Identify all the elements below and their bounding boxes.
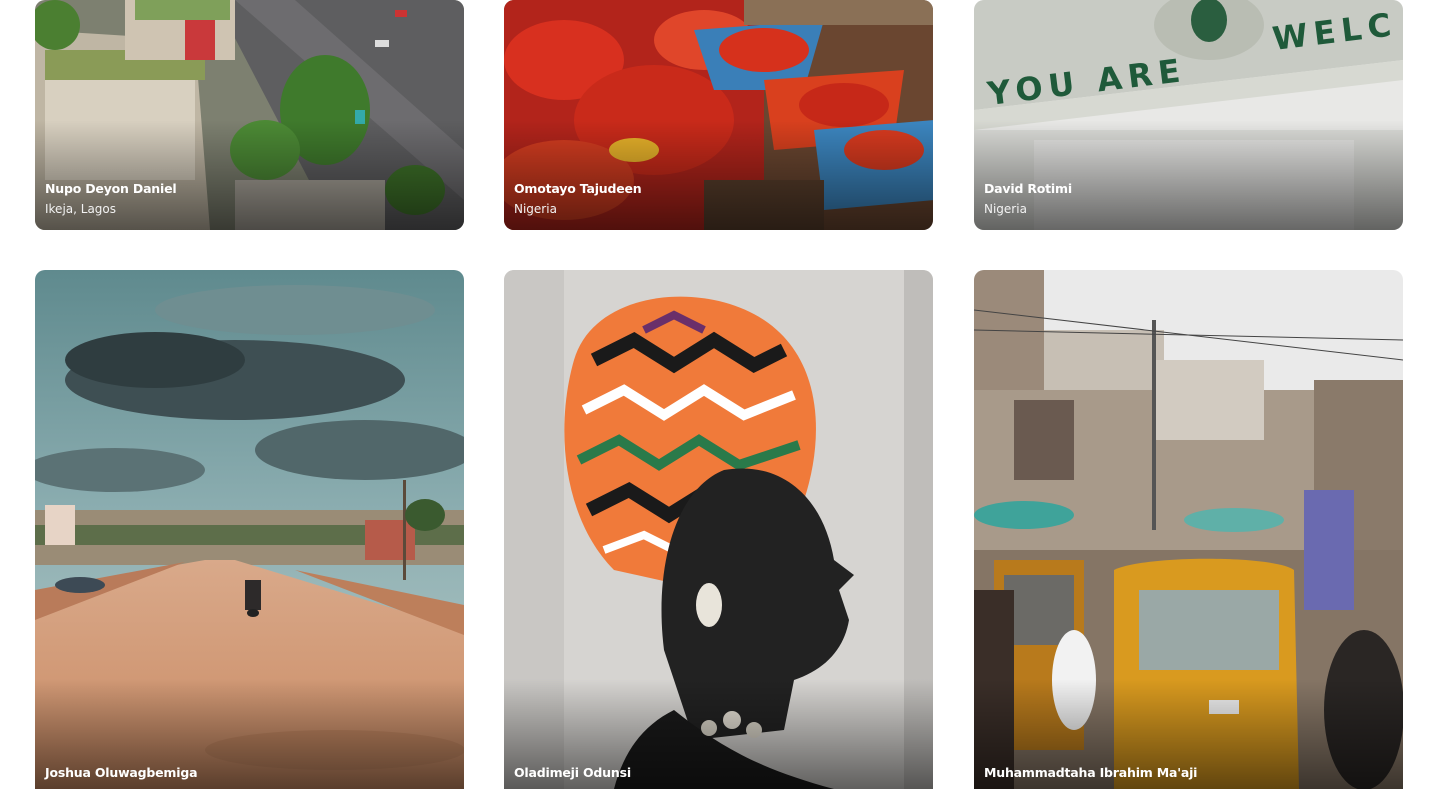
photographer-name[interactable]: Oladimeji Odunsi xyxy=(514,764,631,782)
photographer-name[interactable]: Nupo Deyon Daniel xyxy=(45,180,177,198)
photographer-name[interactable]: Omotayo Tajudeen xyxy=(514,180,642,198)
photo-caption: Omotayo Tajudeen Nigeria xyxy=(514,180,642,218)
photo-location: Nigeria xyxy=(984,202,1027,216)
photo-card[interactable]: Nupo Deyon Daniel Ikeja, Lagos xyxy=(35,0,464,230)
photo-caption: Oladimeji Odunsi xyxy=(514,764,631,784)
photographer-name[interactable]: Joshua Oluwagbemiga xyxy=(45,764,198,782)
photo-card[interactable]: Omotayo Tajudeen Nigeria xyxy=(504,0,933,230)
photo-gallery-grid: Nupo Deyon Daniel Ikeja, Lagos Omotayo T… xyxy=(0,0,1439,789)
photo-card[interactable]: Oladimeji Odunsi xyxy=(504,270,933,789)
photo-location: Nigeria xyxy=(514,202,557,216)
photographer-name[interactable]: Muhammadtaha Ibrahim Ma'aji xyxy=(984,764,1197,782)
photo-caption: Nupo Deyon Daniel Ikeja, Lagos xyxy=(45,180,177,218)
photo-caption: David Rotimi Nigeria xyxy=(984,180,1072,218)
photo-card[interactable]: Joshua Oluwagbemiga xyxy=(35,270,464,789)
photo-caption: Muhammadtaha Ibrahim Ma'aji xyxy=(984,764,1197,784)
photo-location: Ikeja, Lagos xyxy=(45,202,117,216)
photographer-name[interactable]: David Rotimi xyxy=(984,180,1072,198)
photo-card[interactable]: YOU ARE WELC David Rotimi Nigeria xyxy=(974,0,1403,230)
photo-caption: Joshua Oluwagbemiga xyxy=(45,764,198,784)
photo-card[interactable]: Muhammadtaha Ibrahim Ma'aji xyxy=(974,270,1403,789)
